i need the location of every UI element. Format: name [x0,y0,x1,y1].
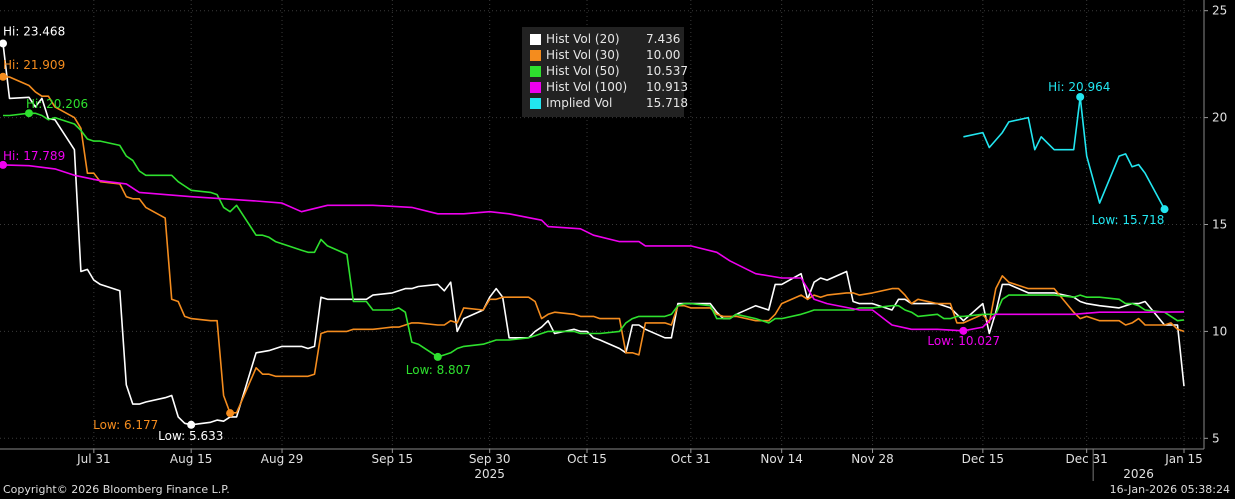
annotation-label: Hi: 23.468 [3,24,65,38]
x-tick-label: Oct 15 [567,452,607,466]
annotation-label: Hi: 20.964 [1048,80,1110,94]
y-tick-label: 15 [1212,218,1227,232]
legend-value: 7.436 [646,32,681,46]
x-tick-label: Sep 30 [469,452,511,466]
legend-label: Hist Vol (20) [546,32,620,46]
annotation-label: Hi: 20.206 [26,97,88,111]
legend-value: 15.718 [646,96,688,110]
timestamp-text: 16-Jan-2026 05:38:24 [1109,483,1230,496]
legend-swatch [530,66,541,77]
legend-label: Hist Vol (30) [546,48,620,62]
x-tick-label: Dec 31 [1066,452,1108,466]
x-tick-label: Jan 15 [1164,452,1203,466]
y-tick-label: 20 [1212,111,1227,125]
annotation-label: Low: 10.027 [927,334,1000,348]
legend-label: Implied Vol [546,96,613,110]
legend-swatch [530,50,541,61]
annotation-label: Low: 15.718 [1092,213,1165,227]
x-tick-label: Aug 29 [261,452,304,466]
x-tick-label: Dec 15 [962,452,1004,466]
y-tick-label: 5 [1212,431,1220,445]
y-tick-label: 25 [1212,4,1227,18]
x-tick-label: Nov 28 [851,452,894,466]
year-label: 2026 [1123,467,1154,481]
annotation-marker [226,409,235,418]
legend-swatch [530,98,541,109]
annotation-label: Low: 6.177 [93,418,158,432]
legend-swatch [530,34,541,45]
y-tick-label: 10 [1212,324,1227,338]
copyright-text: Copyright© 2026 Bloomberg Finance L.P. [3,483,230,496]
legend-value: 10.537 [646,64,688,78]
annotation-label: Low: 5.633 [158,429,223,443]
legend-value: 10.00 [646,48,681,62]
x-tick-label: Sep 15 [371,452,413,466]
legend-swatch [530,82,541,93]
annotation-marker [1160,205,1169,214]
x-tick-label: Oct 31 [671,452,711,466]
annotation-label: Low: 8.807 [406,363,471,377]
annotation-label: Hi: 21.909 [3,58,65,72]
x-tick-label: Jul 31 [76,452,111,466]
annotation-marker [187,420,196,429]
legend-label: Hist Vol (100) [546,80,628,94]
x-tick-label: Nov 14 [760,452,803,466]
x-tick-label: Aug 15 [170,452,213,466]
legend-value: 10.913 [646,80,688,94]
year-label: 2025 [474,467,505,481]
annotation-marker [1076,92,1085,101]
legend: Hist Vol (20) 7.436 Hist Vol (30) 10.00 … [522,27,688,117]
annotation-label: Hi: 17.789 [3,149,65,163]
legend-label: Hist Vol (50) [546,64,620,78]
annotation-marker [433,352,442,361]
